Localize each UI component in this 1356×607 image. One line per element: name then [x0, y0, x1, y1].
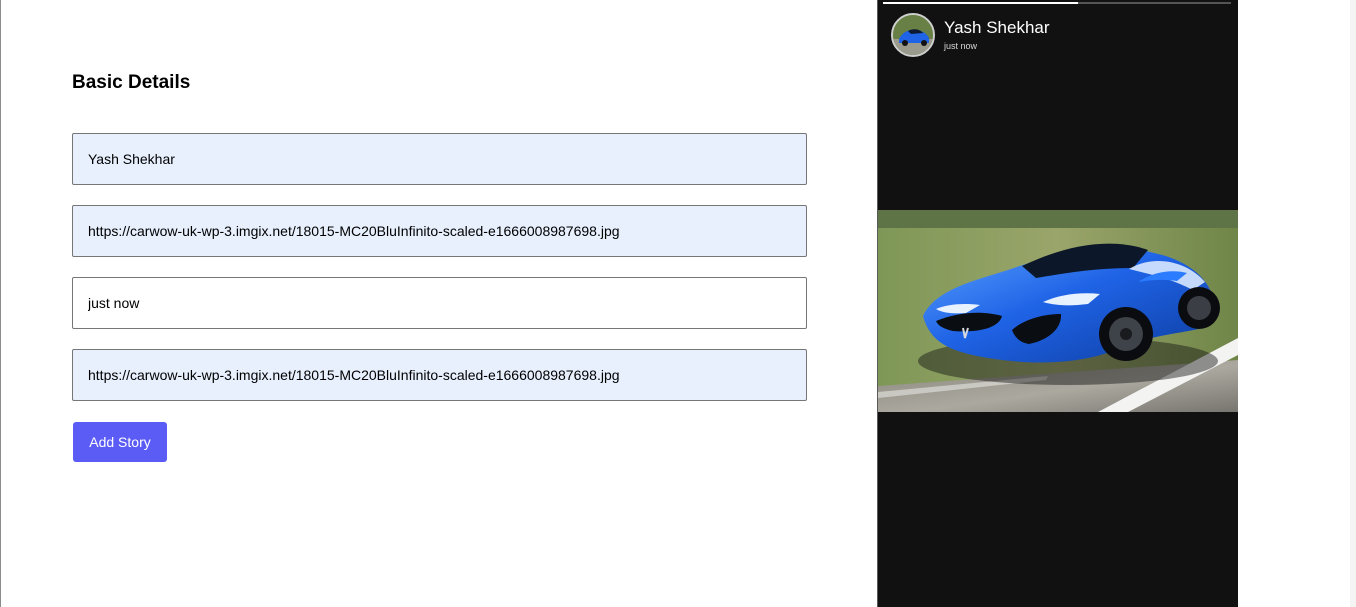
page-scrollbar[interactable]: [1350, 0, 1356, 607]
story-progress-track: [883, 2, 1231, 4]
avatar-url-input[interactable]: [72, 205, 807, 257]
time-input[interactable]: [72, 277, 807, 329]
basic-details-form: Basic Details Add Story: [72, 0, 808, 607]
story-progress-fill: [883, 2, 1078, 4]
avatar-car-image: [893, 15, 933, 55]
story-image-url-input[interactable]: [72, 349, 807, 401]
app-page: Basic Details Add Story Yash Shekhar jus…: [0, 0, 1356, 607]
name-input[interactable]: [72, 133, 807, 185]
story-car-image: [878, 210, 1238, 412]
form-title: Basic Details: [72, 72, 191, 93]
add-story-button[interactable]: Add Story: [73, 422, 167, 462]
story-viewer[interactable]: Yash Shekhar just now: [877, 0, 1238, 607]
avatar: [891, 13, 935, 57]
story-time: just now: [944, 41, 978, 51]
story-author-name: Yash Shekhar: [944, 18, 1050, 37]
